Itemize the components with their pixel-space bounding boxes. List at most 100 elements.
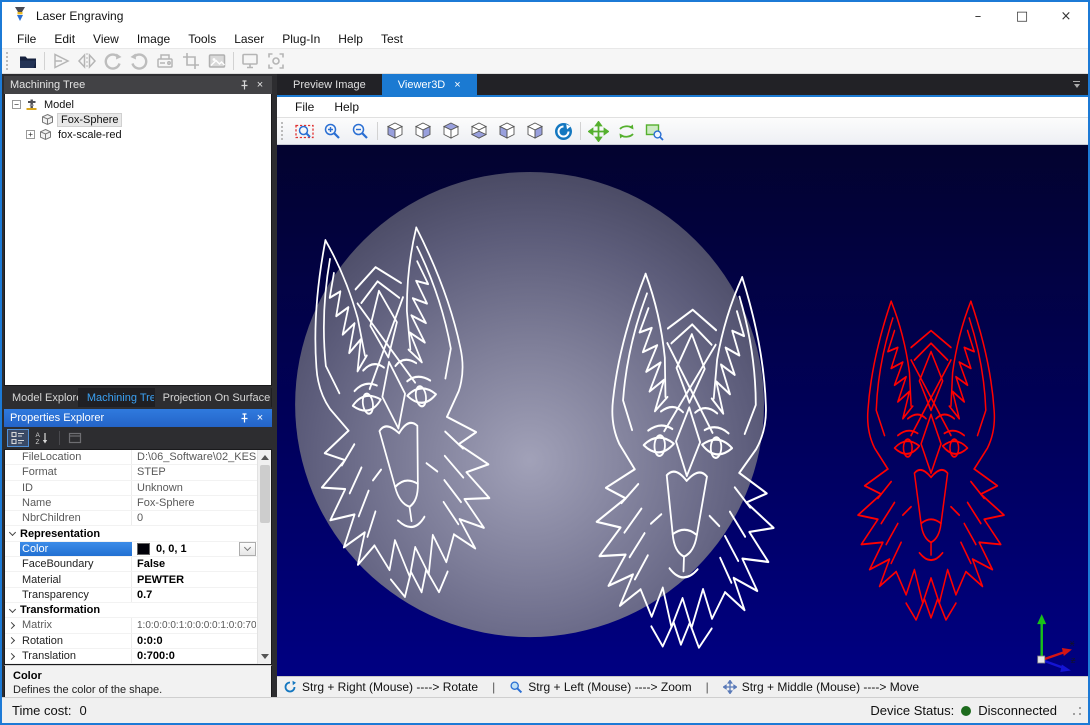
panel-close-icon[interactable]: × (252, 78, 268, 92)
tree-row-fox-sphere[interactable]: Fox-Sphere (5, 112, 271, 127)
focus-icon[interactable] (263, 50, 289, 73)
property-row-color[interactable]: Color0, 0, 1 (5, 542, 271, 557)
tree-label-fox-scale-red: fox-scale-red (55, 129, 125, 141)
mirror-icon[interactable] (74, 50, 100, 73)
sphere-model[interactable] (295, 172, 764, 637)
flip-icon[interactable] (48, 50, 74, 73)
viewport-scene: x z (277, 145, 1088, 676)
pin-icon[interactable] (236, 78, 252, 92)
pin-icon[interactable] (236, 411, 252, 425)
tree-row-fox-scale-red[interactable]: + fox-scale-red (5, 127, 271, 142)
tab-close-icon[interactable]: × (454, 79, 460, 91)
property-row[interactable]: Transparency0.7 (5, 588, 271, 603)
property-row[interactable]: Translation0:700:0 (5, 649, 271, 664)
monitor-icon[interactable] (237, 50, 263, 73)
scroll-down-icon[interactable] (261, 654, 269, 659)
sort-alphabetical-button[interactable]: AZ (31, 429, 53, 447)
menu-plugin[interactable]: Plug-In (273, 30, 329, 48)
crop-icon[interactable] (178, 50, 204, 73)
hint-move: Strg + Middle (Mouse) ----> Move (723, 680, 919, 694)
property-value: 0:700:0 (132, 650, 256, 662)
scroll-thumb[interactable] (260, 465, 270, 523)
property-label: ID (20, 481, 132, 495)
category-row-representation[interactable]: Representation (5, 526, 271, 541)
tree-label-model: Model (41, 99, 77, 111)
menu-view[interactable]: View (84, 30, 128, 48)
machine-icon (25, 98, 38, 111)
time-cost-value: 0 (79, 703, 86, 718)
panel-close-icon[interactable]: × (252, 411, 268, 425)
image-icon[interactable] (204, 50, 230, 73)
property-row[interactable]: Rotation0:0:0 (5, 634, 271, 649)
collapse-icon[interactable]: − (12, 100, 21, 109)
property-row[interactable]: MaterialPEWTER (5, 572, 271, 587)
view-top-button[interactable] (437, 118, 465, 144)
zoom-icon (509, 680, 523, 694)
zoom-in-button[interactable] (318, 118, 346, 144)
categorized-button[interactable] (7, 429, 29, 447)
property-row[interactable]: Matrix1:0:0:0:0:1:0:0:0:0:1:0:0:700:0:1 (5, 618, 271, 633)
reset-view-button[interactable] (549, 118, 577, 144)
viewer-menu-help[interactable]: Help (324, 100, 369, 114)
tree-row-model[interactable]: − Model (5, 97, 271, 112)
expand-icon[interactable]: + (26, 130, 35, 139)
color-dropdown-button[interactable] (239, 542, 256, 556)
menu-file[interactable]: File (8, 30, 45, 48)
property-row[interactable]: NbrChildren0 (5, 511, 271, 526)
property-row[interactable]: IDUnknown (5, 481, 271, 496)
tab-model-explorer[interactable]: Model Explorer (4, 388, 79, 407)
menu-tools[interactable]: Tools (179, 30, 225, 48)
property-row[interactable]: FaceBoundaryFalse (5, 557, 271, 572)
property-value: 1:0:0:0:0:1:0:0:0:0:1:0:0:700:0:1 (132, 620, 256, 631)
tree-label-fox-sphere: Fox-Sphere (57, 113, 122, 127)
zoom-window-button[interactable] (640, 118, 668, 144)
titlebar: Laser Engraving – □ × (2, 2, 1088, 30)
svg-text:A: A (36, 432, 41, 439)
menu-test[interactable]: Test (372, 30, 412, 48)
scrollbar[interactable] (257, 450, 271, 664)
resize-grip[interactable] (1072, 706, 1082, 716)
maximize-button[interactable]: □ (1000, 2, 1044, 30)
property-row[interactable]: FormatSTEP (5, 465, 271, 480)
view-bottom-button[interactable] (465, 118, 493, 144)
left-dock: Machining Tree × − Model Fox-Sphere + fo (2, 74, 274, 697)
viewer-menu-file[interactable]: File (285, 100, 324, 114)
rotate-ccw-icon[interactable] (126, 50, 152, 73)
menu-edit[interactable]: Edit (45, 30, 84, 48)
view-left-button[interactable] (493, 118, 521, 144)
viewport-3d[interactable]: x z (277, 145, 1088, 676)
property-row[interactable]: FileLocationD:\06_Software\02_KES\2023\ (5, 450, 271, 465)
scan-icon[interactable] (152, 50, 178, 73)
category-row-transformation[interactable]: Transformation (5, 603, 271, 618)
rotate-cw-icon[interactable] (100, 50, 126, 73)
property-label: NbrChildren (20, 511, 132, 525)
pan-button[interactable] (584, 118, 612, 144)
fit-view-button[interactable] (290, 118, 318, 144)
property-value: 0:0:0 (132, 635, 256, 647)
menu-laser[interactable]: Laser (225, 30, 273, 48)
tab-preview-image[interactable]: Preview Image (277, 74, 382, 95)
tab-projection-on-surface[interactable]: Projection On Surface [F... (155, 388, 272, 407)
property-pages-button[interactable] (64, 429, 86, 447)
menu-help[interactable]: Help (329, 30, 372, 48)
orbit-button[interactable] (612, 118, 640, 144)
property-row[interactable]: NameFox-Sphere (5, 496, 271, 511)
zoom-out-button[interactable] (346, 118, 374, 144)
view-back-button[interactable] (409, 118, 437, 144)
tab-viewer3d[interactable]: Viewer3D× (382, 74, 477, 95)
tab-machining-tree[interactable]: Machining Tree (79, 388, 155, 407)
property-label: Color (20, 542, 132, 556)
left-tab-strip: Model Explorer Machining Tree Projection… (4, 388, 272, 407)
menu-image[interactable]: Image (128, 30, 179, 48)
open-file-button[interactable] (15, 50, 41, 73)
view-front-button[interactable] (381, 118, 409, 144)
close-button[interactable]: × (1044, 2, 1088, 30)
description-title: Color (13, 670, 263, 682)
view-right-button[interactable] (521, 118, 549, 144)
tab-list-dropdown-icon[interactable] (1073, 81, 1080, 88)
viewer-menu-bar: File Help (277, 97, 1088, 117)
scroll-up-icon[interactable] (261, 455, 269, 460)
property-label: Rotation (20, 634, 132, 648)
rotate-icon (283, 680, 297, 694)
minimize-button[interactable]: – (956, 2, 1000, 30)
